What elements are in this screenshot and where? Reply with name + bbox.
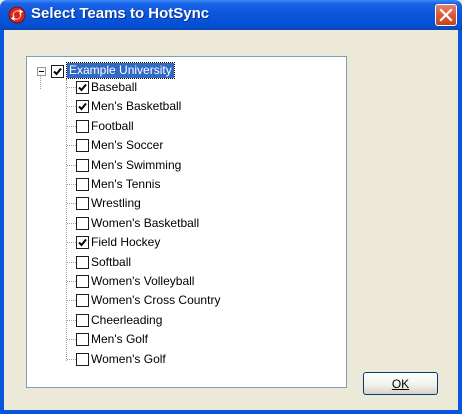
tree-item[interactable]: Men's Tennis bbox=[27, 176, 346, 192]
team-label[interactable]: Cheerleading bbox=[91, 313, 162, 328]
window-title: Select Teams to HotSync bbox=[31, 5, 210, 22]
tree-item[interactable]: Men's Golf bbox=[27, 331, 346, 347]
window-frame-right bbox=[458, 30, 462, 414]
tree-item[interactable]: Field Hockey bbox=[27, 234, 346, 250]
team-label[interactable]: Men's Tennis bbox=[91, 177, 160, 192]
tree-item[interactable]: Women's Cross Country bbox=[27, 292, 346, 308]
tree-connector bbox=[67, 242, 76, 243]
tree-item[interactable]: Cheerleading bbox=[27, 312, 346, 328]
title-bar[interactable]: Select Teams to HotSync bbox=[0, 0, 462, 30]
tree-item[interactable]: Wrestling bbox=[27, 195, 346, 211]
window-frame-bottom bbox=[0, 410, 462, 414]
ok-button-label: OK bbox=[391, 376, 410, 391]
tree-connector bbox=[67, 339, 76, 340]
team-label[interactable]: Women's Cross Country bbox=[91, 293, 220, 308]
tree-connector bbox=[67, 126, 76, 127]
tree-item[interactable]: Women's Basketball bbox=[27, 215, 346, 231]
team-label[interactable]: Men's Basketball bbox=[91, 99, 181, 114]
team-label[interactable]: Baseball bbox=[91, 80, 137, 95]
team-checkbox[interactable] bbox=[76, 139, 89, 152]
root-label[interactable]: Example University bbox=[66, 62, 175, 79]
team-checkbox[interactable] bbox=[76, 120, 89, 133]
ok-button[interactable]: OK bbox=[363, 372, 438, 395]
team-checkbox[interactable] bbox=[76, 217, 89, 230]
tree-connector bbox=[67, 300, 76, 301]
close-button[interactable] bbox=[435, 4, 457, 26]
checkmark-icon bbox=[78, 102, 87, 111]
root-checkbox[interactable] bbox=[51, 65, 64, 78]
team-checkbox[interactable] bbox=[76, 81, 89, 94]
team-label[interactable]: Men's Swimming bbox=[91, 158, 181, 173]
team-label[interactable]: Men's Golf bbox=[91, 332, 148, 347]
team-label[interactable]: Football bbox=[91, 119, 134, 134]
tree-content: Example University Baseball Men's Basketb… bbox=[27, 57, 346, 387]
tree-item[interactable]: Football bbox=[27, 118, 346, 134]
team-checkbox[interactable] bbox=[76, 294, 89, 307]
tree-connector bbox=[67, 262, 76, 263]
team-label[interactable]: Field Hockey bbox=[91, 235, 160, 250]
tree-item[interactable]: Women's Golf bbox=[27, 351, 346, 367]
tree-connector bbox=[67, 320, 76, 321]
team-checkbox[interactable] bbox=[76, 256, 89, 269]
window-frame-left bbox=[0, 30, 4, 414]
team-checkbox[interactable] bbox=[76, 178, 89, 191]
tree-item[interactable]: Softball bbox=[27, 254, 346, 270]
dialog-window: Select Teams to HotSync Example Universi… bbox=[0, 0, 462, 414]
tree-connector bbox=[67, 106, 76, 107]
team-label[interactable]: Women's Golf bbox=[91, 352, 166, 367]
team-checkbox[interactable] bbox=[76, 314, 89, 327]
tree-item[interactable]: Baseball bbox=[27, 79, 346, 95]
tree-connector bbox=[67, 145, 76, 146]
tree-item[interactable]: Men's Basketball bbox=[27, 98, 346, 114]
collapse-toggle[interactable] bbox=[37, 67, 46, 76]
tree-item[interactable]: Women's Volleyball bbox=[27, 273, 346, 289]
team-checkbox[interactable] bbox=[76, 100, 89, 113]
team-label[interactable]: Women's Basketball bbox=[91, 216, 199, 231]
team-checkbox[interactable] bbox=[76, 353, 89, 366]
tree-connector bbox=[67, 223, 76, 224]
team-label[interactable]: Wrestling bbox=[91, 196, 141, 211]
close-icon bbox=[439, 8, 453, 22]
team-label[interactable]: Softball bbox=[91, 255, 131, 270]
tree-connector bbox=[67, 184, 76, 185]
tree-item[interactable]: Men's Soccer bbox=[27, 137, 346, 153]
team-label[interactable]: Women's Volleyball bbox=[91, 274, 194, 289]
team-tree-view[interactable]: Example University Baseball Men's Basketb… bbox=[26, 56, 347, 388]
team-label[interactable]: Men's Soccer bbox=[91, 138, 163, 153]
team-checkbox[interactable] bbox=[76, 236, 89, 249]
team-checkbox[interactable] bbox=[76, 159, 89, 172]
hotsync-icon bbox=[8, 6, 26, 24]
tree-connector bbox=[67, 165, 76, 166]
tree-connector bbox=[67, 203, 76, 204]
checkmark-icon bbox=[78, 238, 87, 247]
team-checkbox[interactable] bbox=[76, 197, 89, 210]
tree-item[interactable]: Men's Swimming bbox=[27, 157, 346, 173]
checkmark-icon bbox=[78, 83, 87, 92]
tree-connector bbox=[67, 359, 76, 360]
team-checkbox[interactable] bbox=[76, 275, 89, 288]
tree-connector bbox=[67, 281, 76, 282]
checkmark-icon bbox=[53, 67, 62, 76]
team-checkbox[interactable] bbox=[76, 333, 89, 346]
tree-connector bbox=[67, 87, 76, 88]
